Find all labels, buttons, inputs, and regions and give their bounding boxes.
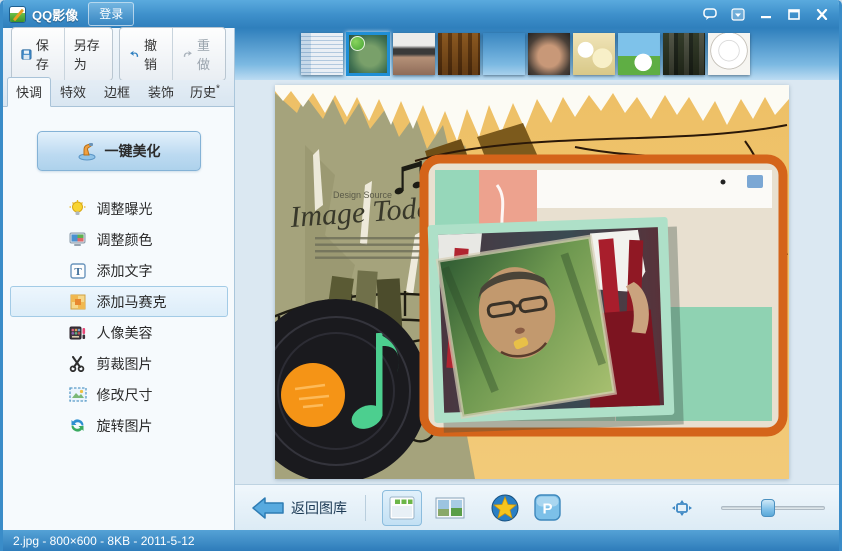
- sidebar-item-add-mosaic[interactable]: 添加马赛克: [10, 286, 228, 317]
- history-badge: *: [216, 84, 220, 95]
- status-bar: 2.jpg - 800×600 - 8KB - 2011-5-12: [3, 530, 839, 551]
- tab-effects[interactable]: 特效: [51, 78, 95, 106]
- thumbnail-1[interactable]: [301, 33, 343, 75]
- app-logo-icon: [9, 6, 26, 23]
- thumbnail-4[interactable]: [438, 33, 480, 75]
- svg-text:T: T: [74, 266, 82, 278]
- view-mode-edit-button[interactable]: [382, 490, 422, 526]
- tool-tabs: 快调 特效 边框 装饰 历史*: [3, 80, 234, 107]
- rotate-icon: [69, 417, 87, 435]
- thumbnail-2-selected[interactable]: [346, 32, 390, 76]
- menu-dropdown-icon[interactable]: [725, 4, 751, 24]
- zoom-slider-handle[interactable]: [761, 499, 775, 517]
- feedback-icon[interactable]: [697, 4, 723, 24]
- share-paipai-button[interactable]: P: [532, 493, 562, 523]
- share-qzone-button[interactable]: [490, 493, 520, 523]
- back-arrow-icon: [251, 497, 285, 519]
- thumbnail-8[interactable]: [618, 33, 660, 75]
- beautify-stamp-icon: [77, 141, 97, 161]
- sidebar-item-portrait-beauty[interactable]: 人像美容: [10, 317, 228, 348]
- edit-view-icon: [389, 496, 415, 520]
- login-button[interactable]: 登录: [88, 2, 134, 26]
- qzone-star-icon: [491, 494, 519, 522]
- thumbnail-6[interactable]: [528, 33, 570, 75]
- close-button[interactable]: [809, 4, 835, 24]
- tab-decorate[interactable]: 装饰: [139, 78, 183, 106]
- canvas-area: Design Source Image Today: [235, 80, 839, 484]
- app-title: QQ影像: [32, 5, 78, 24]
- thumbnail-10[interactable]: [708, 33, 750, 75]
- compare-view-icon: [435, 496, 465, 520]
- save-floppy-icon: [21, 47, 32, 62]
- back-to-gallery-button[interactable]: 返回图库: [251, 497, 347, 519]
- one-click-beautify-button[interactable]: 一键美化: [37, 131, 201, 171]
- portrait-beauty-icon: [69, 324, 87, 342]
- save-as-button[interactable]: 另存为: [64, 28, 112, 80]
- view-mode-compare-button[interactable]: [430, 490, 470, 526]
- mosaic-icon: [69, 293, 87, 311]
- add-text-icon: T: [69, 262, 87, 280]
- inner-photo: [428, 217, 684, 434]
- crop-scissors-icon: [69, 355, 87, 373]
- sidebar-item-rotate-image[interactable]: 旋转图片: [10, 410, 228, 441]
- svg-text:P: P: [542, 501, 552, 518]
- thumbnail-strip: [235, 28, 839, 80]
- undo-arrow-icon: [129, 47, 140, 61]
- zoom-slider[interactable]: [721, 498, 825, 518]
- sidebar-item-add-text[interactable]: T 添加文字: [10, 255, 228, 286]
- sidebar-item-adjust-exposure[interactable]: 调整曝光: [10, 193, 228, 224]
- left-panel: 保存 另存为 撤销 重做: [3, 28, 235, 530]
- tab-history[interactable]: 历史*: [183, 78, 227, 106]
- redo-button[interactable]: 重做: [172, 28, 225, 80]
- maximize-button[interactable]: [781, 4, 807, 24]
- fit-to-screen-icon[interactable]: [671, 497, 693, 519]
- thumbnail-3[interactable]: [393, 33, 435, 75]
- edited-image[interactable]: Design Source Image Today: [275, 85, 789, 479]
- title-bar: QQ影像 登录: [3, 0, 839, 28]
- redo-arrow-icon: [182, 47, 193, 61]
- tab-quick-adjust[interactable]: 快调: [7, 77, 51, 107]
- thumbnail-5[interactable]: [483, 33, 525, 75]
- resize-icon: [69, 386, 87, 404]
- color-palette-icon: [69, 231, 87, 249]
- tab-frames[interactable]: 边框: [95, 78, 139, 106]
- quick-adjust-panel: 一键美化 调整曝光 调整颜色 T: [3, 107, 234, 530]
- thumbnail-7[interactable]: [573, 33, 615, 75]
- edited-badge-icon: [350, 36, 365, 51]
- app-window: QQ影像 登录: [0, 0, 842, 551]
- save-button[interactable]: 保存: [12, 28, 64, 80]
- sidebar-item-resize-image[interactable]: 修改尺寸: [10, 379, 228, 410]
- paipai-p-icon: P: [534, 494, 561, 521]
- exposure-lightbulb-icon: [69, 200, 87, 218]
- undo-button[interactable]: 撤销: [120, 28, 172, 80]
- bottom-bar: 返回图库: [235, 484, 839, 530]
- sidebar-item-adjust-color[interactable]: 调整颜色: [10, 224, 228, 255]
- sidebar-item-crop-image[interactable]: 剪裁图片: [10, 348, 228, 379]
- thumbnail-9[interactable]: [663, 33, 705, 75]
- edit-toolbar: 保存 另存为 撤销 重做: [3, 28, 234, 80]
- minimize-button[interactable]: [753, 4, 779, 24]
- file-info-text: 2.jpg - 800×600 - 8KB - 2011-5-12: [13, 534, 195, 548]
